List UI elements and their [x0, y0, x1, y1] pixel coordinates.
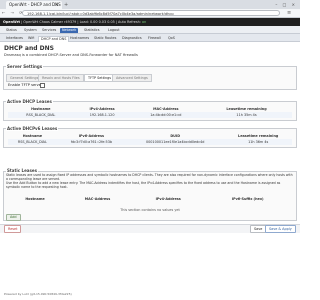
menu-icon[interactable]: ≡ [287, 9, 291, 17]
dhcpv6-leases-legend: Active DHCPv6 Leases [6, 126, 59, 131]
subtab-dhcp-dns[interactable]: DHCP and DNS [38, 36, 70, 42]
subtab-interfaces[interactable]: Interfaces [4, 36, 25, 41]
cell-hostname: RSS_BLACK_DIAL [8, 139, 57, 145]
tab-resolv-hosts[interactable]: Resolv and Hosts Files [38, 74, 84, 82]
cell-leasetime: 11h 35m 4s [201, 112, 292, 118]
powered-by[interactable]: Powered by LuCI (git-15.090.50849-3fda22… [4, 292, 72, 296]
window-controls[interactable]: – □ × [275, 1, 297, 9]
dhcpv6-leases-table: Hostname IPv6-Address DUID Leasetime rem… [8, 133, 292, 145]
subtab-static-routes[interactable]: Static Routes [92, 36, 118, 41]
dhcp-leases-legend: Active DHCP Leases [6, 99, 53, 104]
subtab-diagnostics[interactable]: Diagnostics [120, 36, 144, 41]
tab-status[interactable]: Status [4, 28, 19, 33]
router-header: OpenWrt | OpenWrt Chaos Calmer r49379 | … [0, 18, 300, 26]
subtab-firewall[interactable]: Firewall [146, 36, 163, 41]
cell-leasetime: 11h 36m 4s [224, 139, 292, 145]
auto-refresh-toggle[interactable]: on [142, 20, 146, 24]
table-row: RSS_BLACK_DIAL fdc3:f7d0:a761::2fe:53b 0… [8, 139, 292, 145]
empty-message: This section contains no values yet [120, 208, 180, 212]
cell-hostname: RSS_BLACK_DIAL [8, 112, 74, 118]
server-settings-legend: Server Settings [6, 64, 44, 69]
subtab-hostnames[interactable]: Hostnames [68, 36, 91, 41]
tab-services[interactable]: Services [40, 28, 58, 33]
router-info: | OpenWrt Chaos Calmer r49379 | Load: 0.… [21, 20, 141, 24]
static-leases-notes: Static leases are used to assign fixed I… [6, 173, 294, 189]
static-leases-table: Hostname MAC-Address IPv4-Address IPv6-S… [8, 196, 292, 202]
subtab-wifi[interactable]: Wifi [26, 36, 36, 41]
dhcp-leases-table: Hostname IPv4-Address MAC-Address Leaset… [8, 106, 292, 118]
save-button[interactable]: Save [250, 225, 267, 233]
tab-general-settings[interactable]: General Settings [6, 74, 43, 82]
save-apply-button[interactable]: Save & Apply [265, 225, 296, 233]
tab-tftp-settings[interactable]: TFTP Settings [84, 74, 116, 82]
tab-statistics[interactable]: Statistics [82, 28, 102, 33]
col-ipv4: IPv4-Address [155, 197, 181, 201]
tab-logout[interactable]: Logout [106, 28, 122, 33]
url-bar[interactable]: 192.168.1.1/cgi-bin/luci/;stok=0d3ab9b6c… [22, 10, 280, 16]
page-title: DHCP and DNS [4, 45, 54, 52]
cell-mac: 1a:4b:dd:00:e1:cd [130, 112, 202, 118]
add-lease-button[interactable]: Add [6, 214, 21, 221]
tab-network[interactable]: Network [60, 28, 79, 33]
col-mac: MAC-Address [84, 197, 111, 201]
cell-duid: 000100011ee1f0e1a4bcdd0edc4d [126, 139, 225, 145]
close-tab-icon[interactable]: × [55, 1, 58, 9]
router-hostname[interactable]: OpenWrt [3, 20, 20, 24]
new-tab-icon[interactable]: + [64, 1, 68, 9]
cell-ipv6: fdc3:f7d0:a761::2fe:53b [56, 139, 127, 145]
reset-button[interactable]: Reset [4, 225, 22, 233]
subtab-qos[interactable]: QoS [166, 36, 177, 41]
col-hostname: Hostname [25, 197, 45, 201]
browser-tab[interactable]: OpenWrt - DHCP and DNS [6, 1, 62, 9]
page-description: Dnsmasq is a combined DHCP-Server and DN… [4, 53, 138, 57]
cell-ipv4: 192.168.1.120 [73, 112, 131, 118]
note-text: Use the Add Button to add a new lease en… [6, 181, 281, 189]
tftp-checkbox[interactable] [40, 83, 45, 88]
tab-advanced-settings[interactable]: Advanced Settings [112, 74, 152, 82]
table-row: RSS_BLACK_DIAL 192.168.1.120 1a:4b:dd:00… [8, 112, 292, 118]
tftp-label: Enable TFTP server [8, 83, 43, 87]
tab-system[interactable]: System [22, 28, 39, 33]
note-text: Static leases are used to assign fixed I… [6, 173, 293, 181]
col-ipv6-suffix: IPv6-Suffix (hex) [231, 197, 264, 201]
